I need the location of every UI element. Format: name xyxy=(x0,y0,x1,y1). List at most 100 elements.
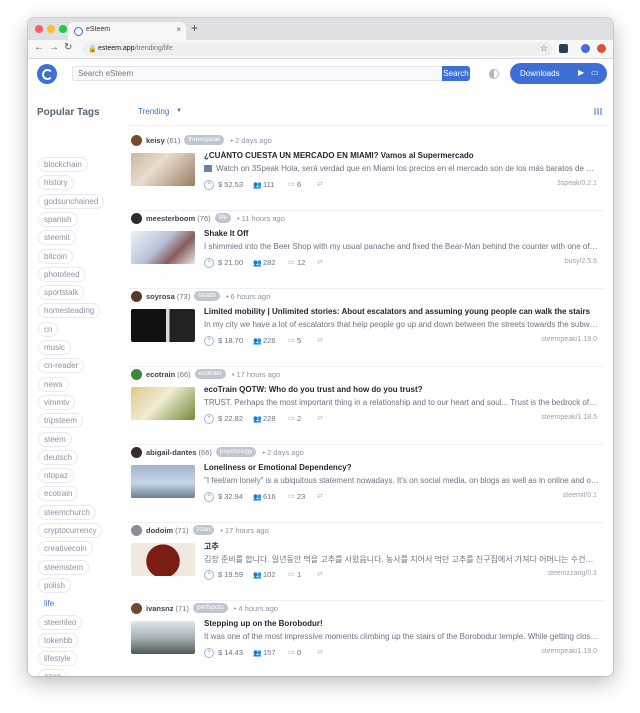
search-input[interactable] xyxy=(72,66,450,81)
entry-item[interactable]: abigail-dantes (66) psychology • 2 days ag… xyxy=(128,444,604,523)
author-name[interactable]: abigail-dantes (66) xyxy=(146,448,212,457)
comment-count[interactable]: 12 xyxy=(297,258,305,267)
tag-cn[interactable]: cn xyxy=(38,321,59,337)
post-thumbnail[interactable] xyxy=(131,387,195,420)
esteem-logo-icon[interactable] xyxy=(37,64,57,84)
vote-count[interactable]: 228 xyxy=(263,414,276,423)
new-tab-button[interactable]: + xyxy=(191,21,198,35)
post-title[interactable]: 고추 xyxy=(204,541,599,552)
author-name[interactable]: soyrosa (73) xyxy=(146,292,190,301)
vote-count[interactable]: 102 xyxy=(263,570,276,579)
tag-music[interactable]: music xyxy=(38,340,71,355)
avatar[interactable] xyxy=(131,525,142,536)
reblog-icon[interactable]: ⇄ xyxy=(317,258,323,266)
extension-icon[interactable] xyxy=(559,44,568,53)
search-button[interactable]: Search xyxy=(442,66,470,81)
tag-creativecoin[interactable]: creativecoin xyxy=(38,541,93,557)
avatar[interactable] xyxy=(131,603,142,614)
tag-cryptocurrency[interactable]: cryptocurrency xyxy=(38,523,103,538)
reblog-icon[interactable]: ⇄ xyxy=(317,414,323,422)
theme-toggle-icon[interactable] xyxy=(489,69,499,79)
tab-close-icon[interactable]: × xyxy=(176,25,181,34)
tag-photofeed[interactable]: photofeed xyxy=(38,266,86,282)
comment-count[interactable]: 23 xyxy=(297,492,305,501)
post-thumbnail[interactable] xyxy=(131,231,195,264)
payout-amount[interactable]: $ 32.94 xyxy=(218,492,243,501)
tag-sportstalk[interactable]: sportstalk xyxy=(38,285,85,301)
close-window-button[interactable] xyxy=(35,25,43,33)
vote-count[interactable]: 282 xyxy=(263,258,276,267)
address-bar[interactable]: 🔒 esteem.app/trending/life ☆ xyxy=(82,42,552,56)
payout-amount[interactable]: $ 18.70 xyxy=(218,336,243,345)
avatar[interactable] xyxy=(131,213,142,224)
vote-count[interactable]: 157 xyxy=(263,648,276,657)
avatar[interactable] xyxy=(131,291,142,302)
tag-deutsch[interactable]: deutsch xyxy=(38,449,79,465)
tag-steemstem[interactable]: steemstem xyxy=(38,559,90,575)
tag-steemleo[interactable]: steemleo xyxy=(38,614,83,630)
post-title[interactable]: Limited mobility | Unlimited stories: Ab… xyxy=(204,307,599,316)
minimize-window-button[interactable] xyxy=(47,25,55,33)
post-title[interactable]: Loneliness or Emotional Dependency? xyxy=(204,463,599,472)
author-name[interactable]: ivansnz (71) xyxy=(146,604,189,613)
entry-item[interactable]: soyrosa (73) health • 6 hours ago Limited m… xyxy=(128,288,604,367)
post-summary[interactable]: I shimmied into the Beer Shop with my us… xyxy=(204,242,599,251)
post-title[interactable]: Stepping up on the Borobodur! xyxy=(204,619,599,628)
post-summary[interactable]: Watch on 3Speak Hola, será verdad que en… xyxy=(204,164,599,173)
category-badge[interactable]: life xyxy=(214,213,231,223)
reload-icon[interactable]: ↻ xyxy=(64,42,72,53)
post-title[interactable]: ¿CUÁNTO CUESTA UN MERCADO EN MIAMI? Vamo… xyxy=(204,151,599,160)
category-badge[interactable]: health xyxy=(194,291,220,301)
chevron-up-icon[interactable]: ^ xyxy=(204,258,214,268)
chevron-up-icon[interactable]: ^ xyxy=(204,414,214,424)
vote-count[interactable]: 111 xyxy=(263,180,274,189)
bookmark-star-icon[interactable]: ☆ xyxy=(540,43,548,54)
post-thumbnail[interactable] xyxy=(131,621,195,654)
entry-item[interactable]: ecotrain (66) ecotrain • 17 hours ago ecoTr… xyxy=(128,366,604,445)
reblog-icon[interactable]: ⇄ xyxy=(317,336,323,344)
tag-zzan[interactable]: zzan xyxy=(38,669,67,676)
tag-vimmtv[interactable]: vimmtv xyxy=(38,394,76,410)
tag-bitcoin[interactable]: bitcoin xyxy=(38,248,74,264)
tag-tripsteem[interactable]: tripsteem xyxy=(38,413,83,429)
post-title[interactable]: ecoTrain QOTW: Who do you trust and how … xyxy=(204,385,599,394)
vote-count[interactable]: 226 xyxy=(263,336,276,345)
author-name[interactable]: keisy (61) xyxy=(146,136,180,145)
payout-amount[interactable]: $ 52.53 xyxy=(218,180,243,189)
entry-item[interactable]: dodoim (71) zzan • 17 hours ago 고추 김장 준비를 합니… xyxy=(128,522,604,601)
reblog-icon[interactable]: ⇄ xyxy=(317,492,323,500)
post-summary[interactable]: TRUST. Perhaps the most important thing … xyxy=(204,398,599,407)
comment-count[interactable]: 6 xyxy=(297,180,301,189)
avatar[interactable] xyxy=(131,447,142,458)
tag-godsunchained[interactable]: godsunchained xyxy=(38,193,105,209)
tag-steemit[interactable]: steemit xyxy=(38,230,76,246)
reblog-icon[interactable]: ⇄ xyxy=(317,648,323,656)
tag-spanish[interactable]: spanish xyxy=(38,211,78,227)
vote-count[interactable]: 616 xyxy=(263,492,276,501)
payout-amount[interactable]: $ 14.43 xyxy=(218,648,243,657)
comment-count[interactable]: 2 xyxy=(297,414,301,423)
back-arrow-icon[interactable]: ← xyxy=(34,42,44,53)
chevron-up-icon[interactable]: ^ xyxy=(204,570,214,580)
post-title[interactable]: Shake It Off xyxy=(204,229,599,238)
category-badge[interactable]: zzan xyxy=(192,525,215,535)
avatar[interactable] xyxy=(131,135,142,146)
tag-steemchurch[interactable]: steemchurch xyxy=(38,504,96,520)
list-view-toggle-icon[interactable] xyxy=(594,108,602,115)
tag-news[interactable]: news xyxy=(38,376,69,392)
payout-amount[interactable]: $ 22.82 xyxy=(218,414,243,423)
post-thumbnail[interactable] xyxy=(131,309,195,342)
payout-amount[interactable]: $ 21.00 xyxy=(218,258,243,267)
post-summary[interactable]: 김장 준비를 합니다. 일년동안 먹을 고추를 사왔읍니다. 농사를 지어서 먹… xyxy=(204,554,599,565)
sort-dropdown[interactable]: Trending xyxy=(138,107,169,116)
reblog-icon[interactable]: ⇄ xyxy=(317,180,323,188)
post-thumbnail[interactable] xyxy=(131,465,195,498)
entry-item[interactable]: ivansnz (71) perfspots • 4 hours ago Steppi… xyxy=(128,600,604,676)
brave-shield-icon[interactable] xyxy=(597,44,606,53)
tag-polish[interactable]: polish xyxy=(38,577,71,593)
caret-down-icon[interactable]: ▼ xyxy=(176,108,182,114)
reblog-icon[interactable]: ⇄ xyxy=(317,570,323,578)
browser-tab[interactable]: eSteem × xyxy=(68,22,186,40)
entry-item[interactable]: keisy (61) threespeak • 2 days ago ¿CUÁNTO … xyxy=(128,132,604,211)
tag-steem[interactable]: steem xyxy=(38,431,72,447)
